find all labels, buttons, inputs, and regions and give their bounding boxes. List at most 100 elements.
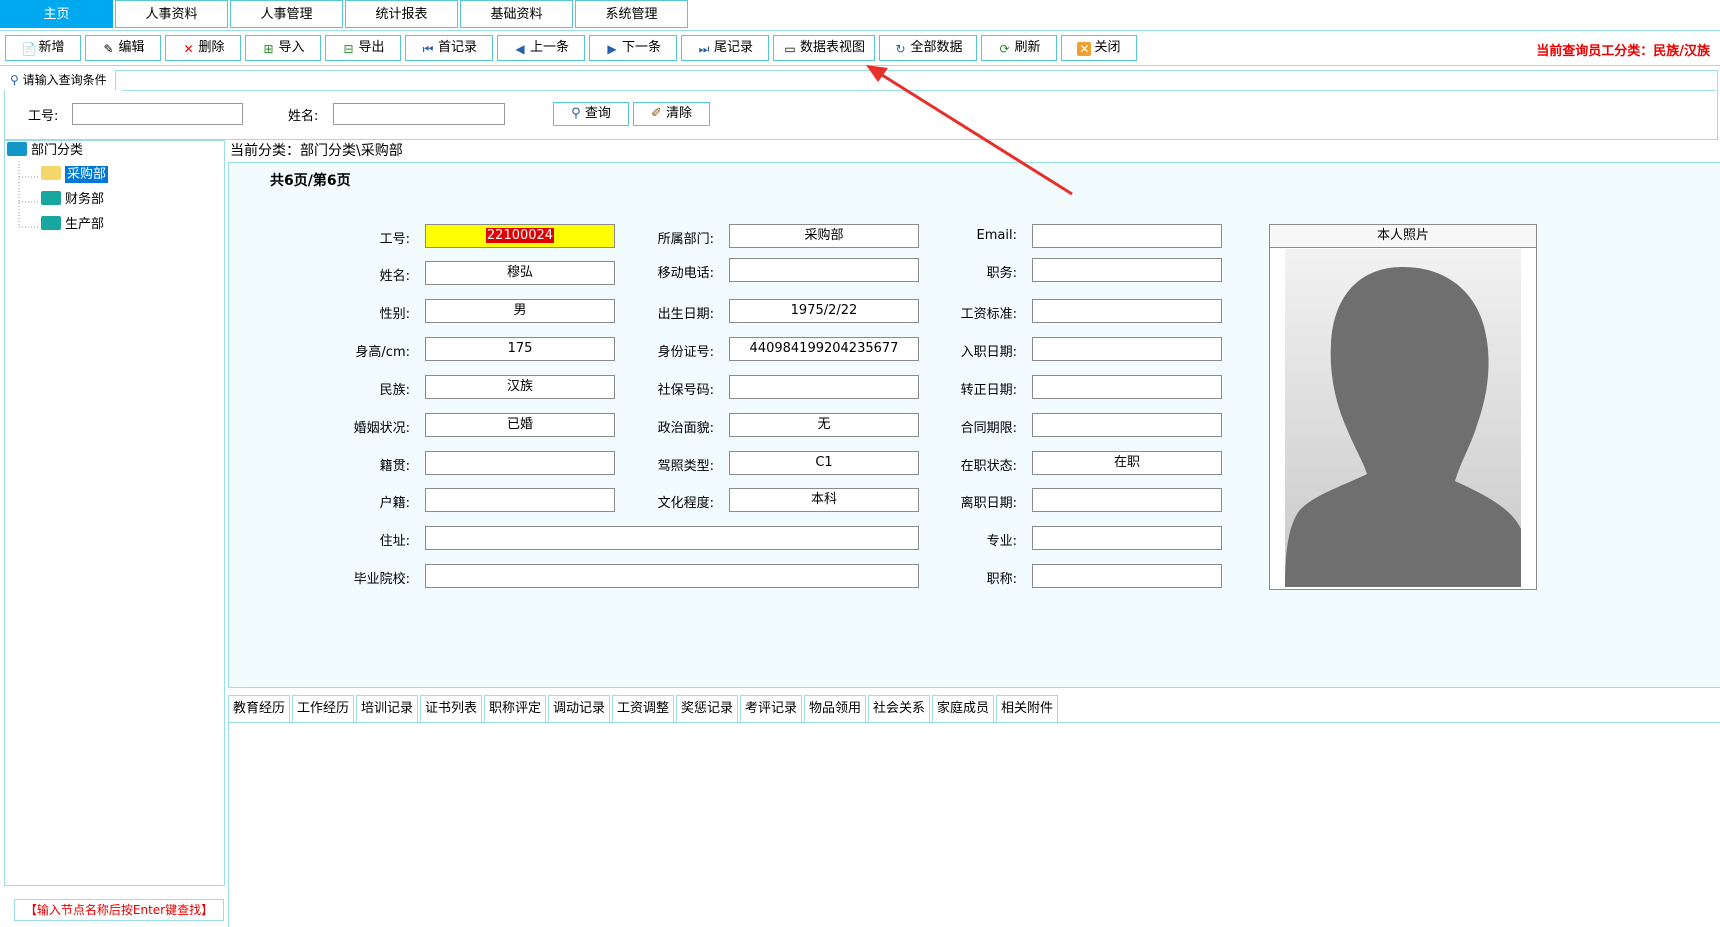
new-button-label: 新增 — [38, 40, 65, 55]
label-social-security: 社保号码: — [657, 383, 714, 398]
export-button[interactable]: ⊟ 导出 — [325, 35, 401, 61]
field-salary-standard[interactable] — [1032, 299, 1222, 323]
label-employee-id: 工号: — [379, 232, 410, 247]
tab-title-evaluation[interactable]: 职称评定 — [484, 695, 546, 723]
datasheet-view-button[interactable]: ▭ 数据表视图 — [773, 35, 875, 61]
person-silhouette-icon[interactable] — [1285, 249, 1521, 587]
delete-button[interactable]: ✕ 删除 — [165, 35, 241, 61]
label-address: 住址: — [379, 534, 410, 549]
label-marital-status: 婚姻状况: — [353, 421, 410, 436]
field-title[interactable] — [1032, 564, 1222, 588]
last-record-button[interactable]: ⏭ 尾记录 — [681, 35, 769, 61]
label-ethnicity: 民族: — [379, 383, 410, 398]
all-data-button[interactable]: ↻ 全部数据 — [879, 35, 977, 61]
close-button[interactable]: ✕ 关闭 — [1061, 35, 1137, 61]
tree-search-hint[interactable]: 【输入节点名称后按Enter键查找】 — [14, 899, 224, 921]
tree-item-purchasing[interactable]: 采购部 — [41, 165, 109, 185]
import-button[interactable]: ⊞ 导入 — [245, 35, 321, 61]
photo-panel: 本人照片 — [1269, 224, 1537, 590]
tab-salary-adjust[interactable]: 工资调整 — [612, 695, 674, 723]
label-department: 所属部门: — [657, 232, 714, 247]
delete-button-label: 删除 — [198, 40, 225, 55]
photo-label: 本人照片 — [1270, 225, 1536, 248]
search-button[interactable]: ⚲ 查询 — [553, 102, 629, 126]
clear-button-label: 清除 — [666, 106, 693, 121]
import-icon: ⊞ — [263, 42, 274, 56]
open-folder-icon — [41, 166, 61, 180]
tab-training[interactable]: 培训记录 — [356, 695, 418, 723]
tab-rewards[interactable]: 奖惩记录 — [676, 695, 738, 723]
field-hire-date[interactable] — [1032, 337, 1222, 361]
tree-item-label: 生产部 — [65, 217, 105, 232]
tree-root[interactable]: 部门分类 — [7, 141, 83, 161]
field-address[interactable] — [425, 526, 919, 550]
tab-certificates[interactable]: 证书列表 — [420, 695, 482, 723]
field-regularization-date[interactable] — [1032, 375, 1222, 399]
import-button-label: 导入 — [278, 40, 305, 55]
edit-icon: ✎ — [103, 42, 114, 56]
search-small-icon: ⚲ — [10, 73, 19, 87]
field-school[interactable] — [425, 564, 919, 588]
first-record-button[interactable]: ⏮ 首记录 — [405, 35, 493, 61]
prev-record-button[interactable]: ◀ 上一条 — [497, 35, 585, 61]
top-nav: 主页 人事资料 人事管理 统计报表 基础资料 系统管理 — [0, 0, 1720, 31]
next-record-button[interactable]: ▶ 下一条 — [589, 35, 677, 61]
export-button-label: 导出 — [358, 40, 385, 55]
refresh-button[interactable]: ⟳ 刷新 — [981, 35, 1057, 61]
breadcrumb: 当前分类：部门分类\采购部 — [230, 143, 403, 159]
folder-icon — [41, 216, 61, 230]
tab-education[interactable]: 教育经历 — [228, 695, 290, 723]
first-record-icon: ⏮ — [422, 42, 434, 56]
tab-social[interactable]: 社会关系 — [868, 695, 930, 723]
nav-tab-basic-data[interactable]: 基础资料 — [460, 0, 573, 28]
next-record-label: 下一条 — [621, 40, 661, 55]
label-household: 户籍: — [379, 496, 410, 511]
tree-item-finance[interactable]: 财务部 — [41, 190, 104, 210]
close-icon: ✕ — [1077, 42, 1092, 56]
tab-items[interactable]: 物品领用 — [804, 695, 866, 723]
query-name-input[interactable] — [333, 103, 505, 125]
tab-transfers[interactable]: 调动记录 — [548, 695, 610, 723]
query-tab[interactable]: ⚲ 请输入查询条件 — [4, 70, 116, 90]
first-record-label: 首记录 — [437, 40, 477, 55]
category-status: 当前查询员工分类：民族/汉族 — [1536, 44, 1710, 59]
tab-attachments[interactable]: 相关附件 — [996, 695, 1058, 723]
nav-tab-home[interactable]: 主页 — [0, 0, 113, 28]
department-tree: 部门分类 采购部 财务部 生产部 — [4, 140, 225, 886]
label-id-card: 身份证号: — [657, 345, 714, 360]
label-hire-date: 入职日期: — [960, 345, 1017, 360]
folder-icon — [41, 191, 61, 205]
last-record-label: 尾记录 — [713, 40, 753, 55]
nav-tab-reports[interactable]: 统计报表 — [345, 0, 458, 28]
prev-icon: ◀ — [515, 42, 525, 56]
nav-tab-hr-management[interactable]: 人事管理 — [230, 0, 343, 28]
search-button-label: 查询 — [584, 106, 611, 121]
edit-button[interactable]: ✎ 编辑 — [85, 35, 161, 61]
nav-tab-hr-data[interactable]: 人事资料 — [115, 0, 228, 28]
delete-icon: ✕ — [183, 42, 194, 56]
query-id-input[interactable] — [72, 103, 243, 125]
label-regularization-date: 转正日期: — [960, 383, 1017, 398]
field-leave-date[interactable] — [1032, 488, 1222, 512]
prev-record-label: 上一条 — [529, 40, 569, 55]
field-contract-term[interactable] — [1032, 413, 1222, 437]
last-record-icon: ⏭ — [698, 42, 710, 56]
folder-icon — [7, 142, 27, 156]
tree-item-production[interactable]: 生产部 — [41, 215, 104, 235]
nav-tab-system[interactable]: 系统管理 — [575, 0, 688, 28]
label-contract-term: 合同期限: — [960, 421, 1017, 436]
tab-family[interactable]: 家庭成员 — [932, 695, 994, 723]
tab-work-history[interactable]: 工作经历 — [292, 695, 354, 723]
new-button[interactable]: 📄 新增 — [5, 35, 81, 61]
clear-button[interactable]: ✐ 清除 — [633, 102, 710, 126]
field-employment-status[interactable]: 在职 — [1032, 451, 1222, 475]
close-label: 关闭 — [1094, 40, 1121, 55]
new-file-icon: 📄 — [21, 42, 37, 56]
field-position[interactable] — [1032, 258, 1222, 282]
field-email[interactable] — [1032, 224, 1222, 248]
tab-evaluations[interactable]: 考评记录 — [740, 695, 802, 723]
label-political-status: 政治面貌: — [657, 421, 714, 436]
field-major[interactable] — [1032, 526, 1222, 550]
label-height: 身高/cm: — [355, 345, 410, 360]
label-school: 毕业院校: — [353, 572, 410, 587]
